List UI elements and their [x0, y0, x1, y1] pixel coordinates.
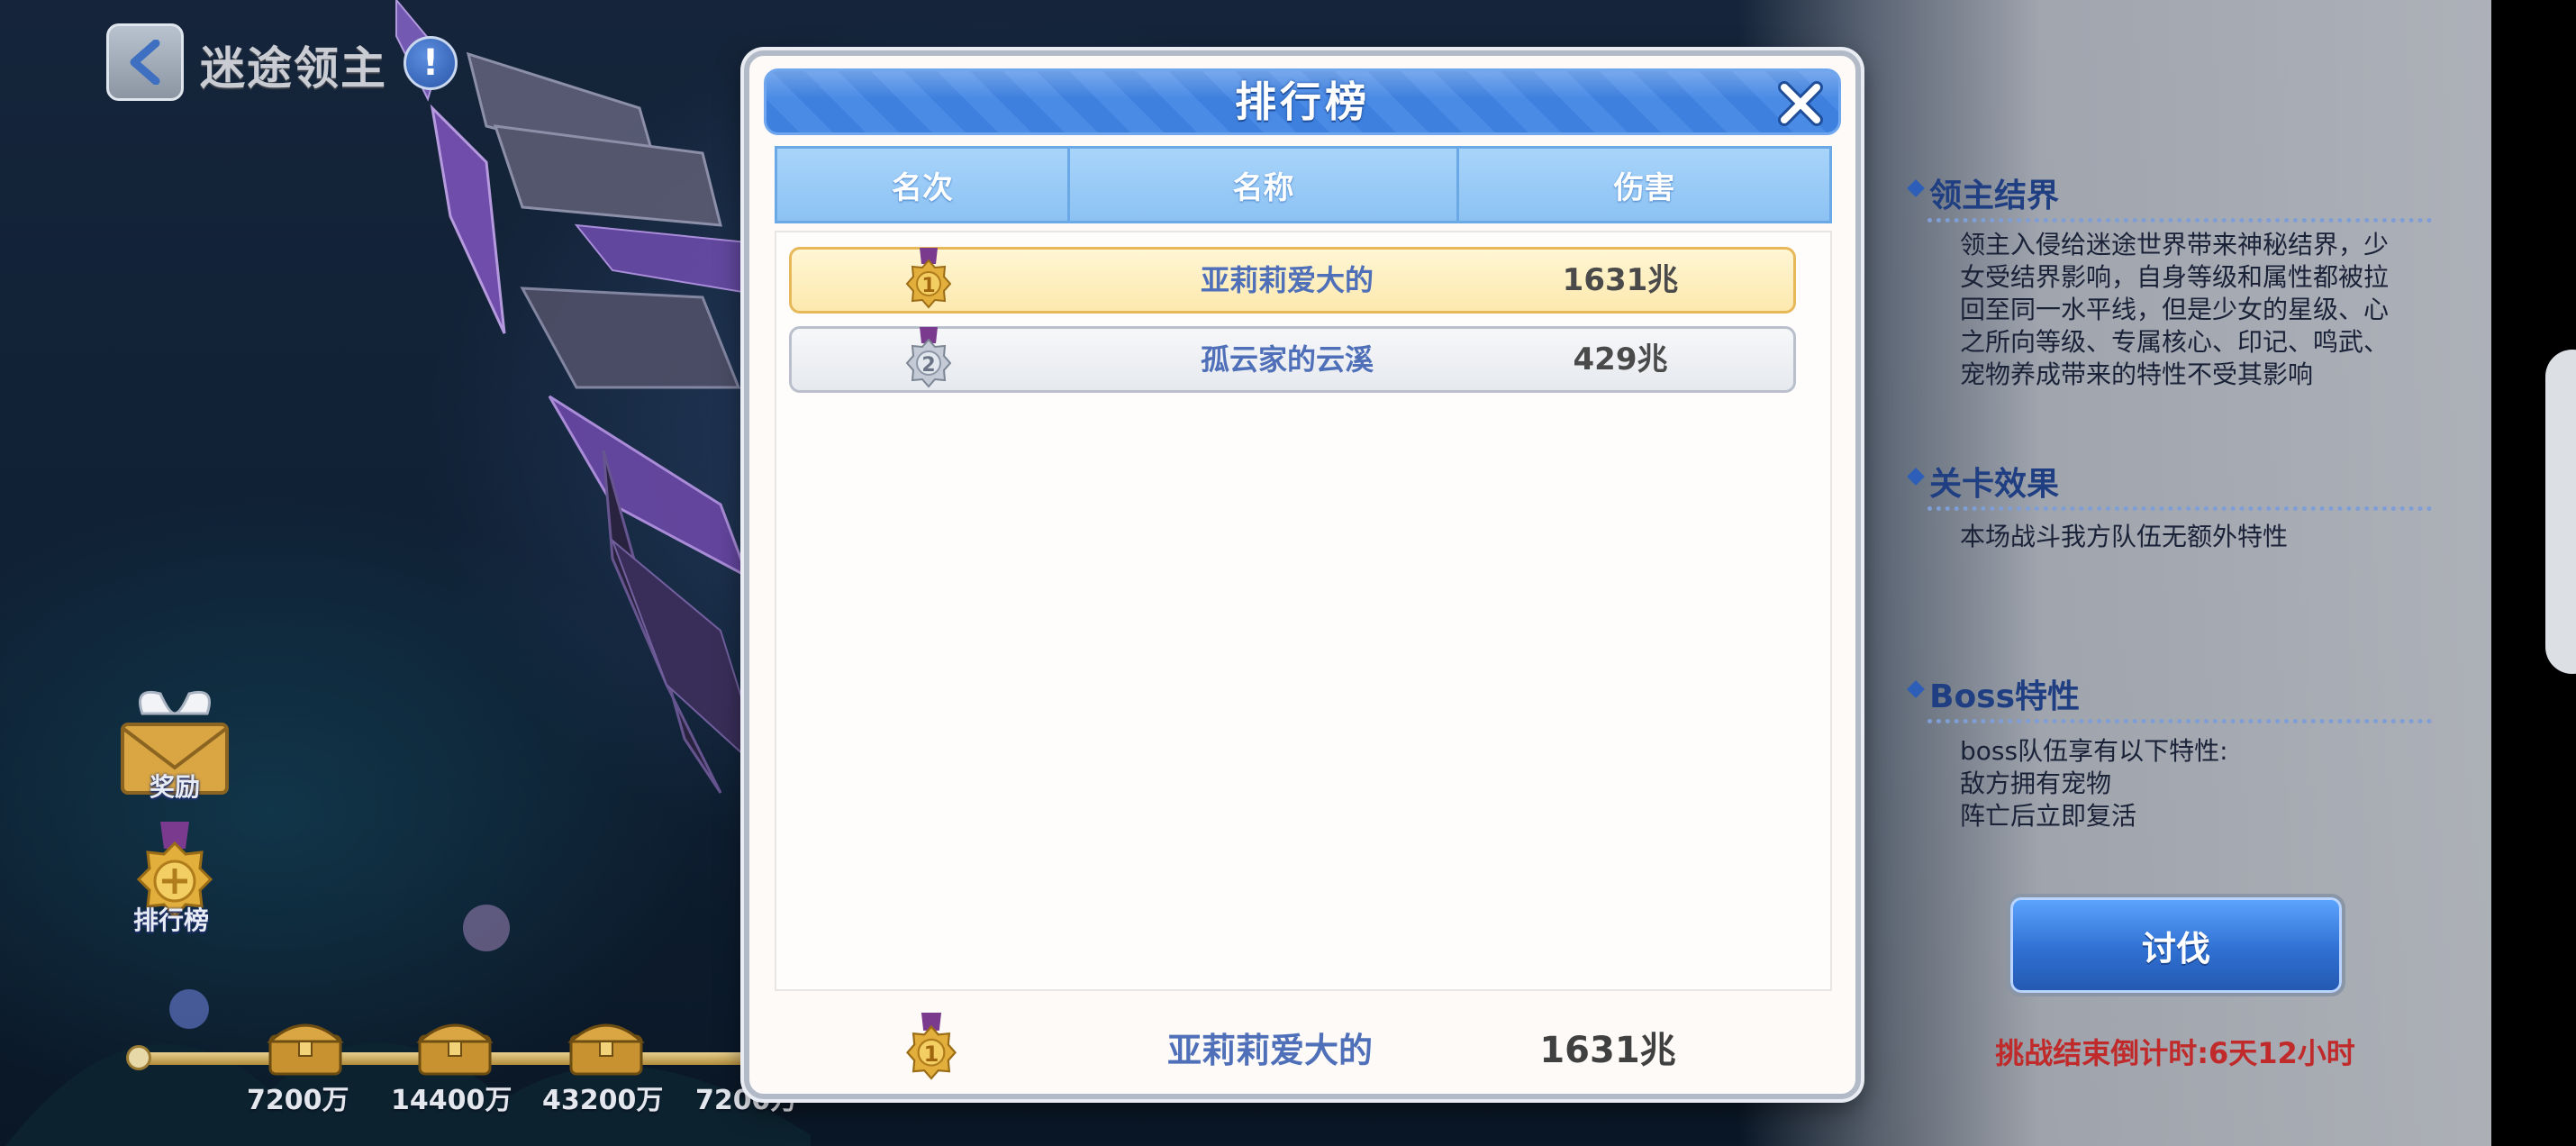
info-button[interactable]: !	[404, 36, 458, 90]
ranking-row[interactable]: 1 亚莉莉爱大的 1631兆	[789, 247, 1796, 314]
back-button[interactable]	[106, 23, 184, 101]
medal-rank-number: 1	[924, 1041, 939, 1067]
medal-rank-number: 1	[921, 275, 935, 297]
realm-description: 领主入侵给迷途世界带来神秘结界，少女受结界影响，自身等级和属性都被拉回至同一水平…	[1960, 230, 2390, 389]
ranking-label: 排行榜	[132, 905, 209, 935]
gold-medal-icon: 1	[905, 248, 952, 309]
section-divider	[1927, 218, 2432, 223]
fight-button[interactable]: 讨伐	[2007, 894, 2345, 996]
realm-section-title: 领主结界	[1929, 169, 2059, 216]
page-title: 迷途领主	[200, 42, 387, 95]
progress-start-node	[126, 1045, 151, 1070]
milestone-label: 43200万	[542, 1085, 664, 1116]
modal-header: 排行榜	[764, 68, 1841, 135]
gold-medal-icon: 1	[906, 1013, 957, 1080]
side-handle[interactable]	[2545, 350, 2576, 674]
section-divider	[1927, 506, 2432, 511]
column-header-name: 名称	[1067, 149, 1456, 221]
modal-title: 排行榜	[1235, 77, 1370, 126]
my-player-name: 亚莉莉爱大的	[1166, 1031, 1373, 1070]
ranking-row[interactable]: 2 孤云家的云溪 429兆	[789, 326, 1796, 393]
my-rank-row: 1 亚莉莉爱大的 1631兆	[775, 1007, 1832, 1094]
medal-rank-number: 2	[921, 354, 935, 377]
chest-icon[interactable]	[267, 1014, 344, 1078]
boss-trait-line: boss队伍享有以下特性:	[1960, 736, 2228, 766]
player-damage: 1631兆	[1562, 262, 1679, 298]
ranking-list[interactable]: 1 亚莉莉爱大的 1631兆 2 孤云家的云溪 429兆	[775, 231, 1832, 991]
boss-trait-line: 敌方拥有宠物	[1960, 769, 2112, 798]
close-icon[interactable]	[1775, 78, 1826, 129]
my-player-damage: 1631兆	[1539, 1030, 1676, 1071]
reward-label: 奖励	[149, 772, 200, 802]
chest-icon[interactable]	[416, 1014, 494, 1078]
stage-description: 本场战斗我方队伍无额外特性	[1960, 522, 2289, 551]
table-header: 名次 名称 伤害	[775, 146, 1832, 223]
stage-section-title: 关卡效果	[1929, 458, 2059, 505]
chevron-left-icon	[130, 40, 160, 85]
chest-icon[interactable]	[567, 1014, 645, 1078]
milestone-label: 7200万	[247, 1085, 349, 1116]
player-damage: 429兆	[1573, 341, 1668, 377]
column-header-rank: 名次	[892, 169, 953, 206]
leaderboard-modal: 排行榜 名次 名称 伤害 1 亚莉莉爱大的 1631兆 2 孤云家的云溪 429…	[744, 50, 1861, 1099]
silver-medal-icon: 2	[905, 327, 952, 388]
boss-section-title: Boss特性	[1929, 670, 2080, 717]
player-name: 孤云家的云溪	[1200, 342, 1374, 377]
exclamation-icon: !	[422, 42, 440, 84]
countdown-text: 挑战结束倒计时:6天12小时	[1995, 1036, 2355, 1070]
column-header-damage: 伤害	[1456, 149, 1829, 221]
player-name: 亚莉莉爱大的	[1200, 263, 1374, 297]
section-divider	[1927, 719, 2432, 723]
boss-trait-line: 阵亡后立即复活	[1960, 801, 2137, 831]
milestone-label: 14400万	[391, 1085, 512, 1116]
